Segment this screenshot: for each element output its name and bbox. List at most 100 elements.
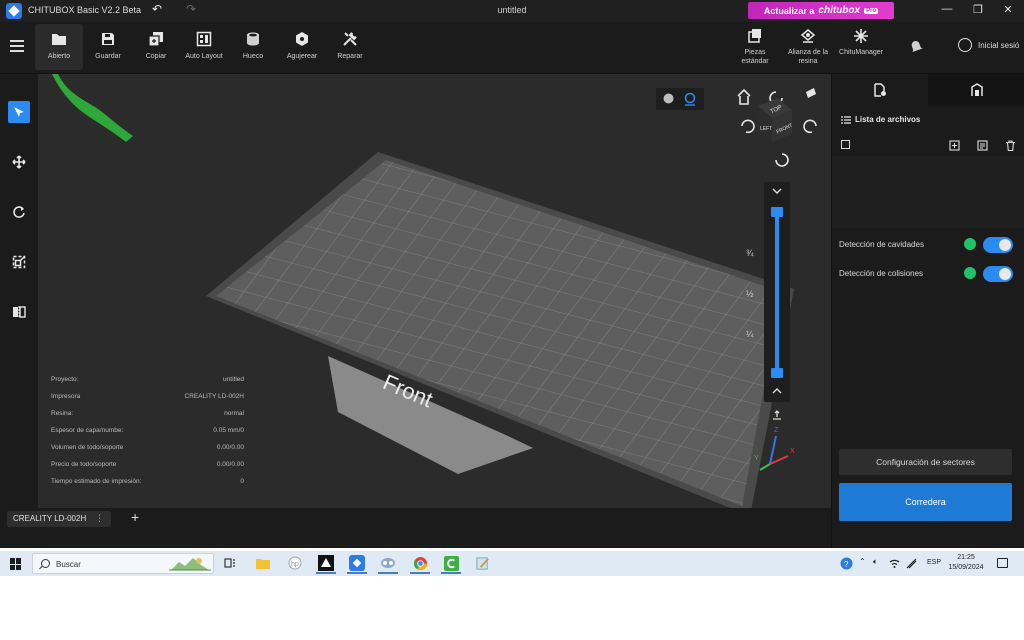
standard-parts-button[interactable]: Piezas estándar (730, 28, 780, 66)
hollow-button[interactable]: Hueco (229, 24, 277, 70)
scale-tool-button[interactable] (8, 251, 30, 273)
add-file-icon[interactable] (949, 140, 960, 151)
folder-icon (52, 34, 66, 45)
info-row: Resina: normal (51, 410, 244, 427)
axis-x-label: X (790, 448, 795, 455)
volume-icon[interactable]: 🔈︎ (873, 557, 878, 567)
3d-viewport[interactable]: Front X Z Y TOP LEFT FRONT ¾ ½ ¼ Proyect… (38, 74, 831, 508)
layer-height-icon[interactable] (771, 409, 783, 421)
upgrade-pro-button[interactable]: Actualizar a chitubox Pro (748, 2, 894, 19)
layer-mark-half: ½ (746, 289, 754, 299)
login-button[interactable]: Inicial sesió (958, 38, 1019, 52)
bottom-layer-handle[interactable] (771, 368, 783, 378)
close-icon[interactable]: ✕ (998, 3, 1018, 16)
network-icon[interactable] (906, 558, 917, 569)
save-label: Guardar (95, 53, 121, 60)
chevron-up-icon[interactable] (772, 388, 782, 394)
task-view-icon[interactable] (220, 554, 240, 574)
info-label: Impresora (51, 393, 81, 400)
auto-layout-button[interactable]: Auto Layout (180, 24, 228, 70)
select-all-checkbox[interactable] (841, 140, 850, 149)
hamburger-menu-icon[interactable] (10, 40, 24, 52)
rotate-down-icon[interactable] (775, 153, 789, 167)
main-toolbar: Abierto Guardar Copiar Auto Layout Hueco… (0, 22, 1024, 74)
file-list-label: Lista de archivos (855, 115, 921, 124)
language-indicator[interactable]: ESP (927, 559, 941, 566)
notepad-icon[interactable] (472, 554, 492, 574)
copy-button[interactable]: Copiar (132, 24, 180, 70)
inkscape-icon[interactable] (316, 554, 336, 574)
slicer-settings-button[interactable]: Configuración de sectores (839, 449, 1012, 475)
file-explorer-icon[interactable] (253, 554, 273, 574)
tab-file-settings[interactable] (832, 74, 928, 106)
search-highlight-image (169, 558, 211, 571)
drill-label: Agujerear (286, 53, 318, 60)
add-printer-tab-button[interactable]: + (131, 509, 139, 525)
chitubox-window: CHITUBOX Basic V2.2 Beta ↶ ↷ untitled Ac… (0, 0, 1024, 548)
axis-y-label: Y (754, 455, 759, 462)
resin-alliance-label-1: Alianza de la (787, 49, 829, 56)
camtasia-icon[interactable] (441, 554, 461, 574)
windows-taskbar: Buscar hp ? ⌃ 🔈︎ ESP 21:25 15/09/2024 (0, 551, 1024, 576)
auto-layout-icon (196, 31, 212, 47)
delete-file-icon[interactable] (1005, 140, 1016, 151)
info-label: Espesor de capa/numbe: (51, 427, 124, 434)
file-properties-icon[interactable] (977, 140, 988, 151)
view-mode-toggle[interactable] (656, 88, 704, 110)
chitubox-icon[interactable] (347, 554, 367, 574)
rotate-icon (13, 206, 25, 218)
undo-icon[interactable]: ↶ (152, 2, 162, 16)
layer-mark-three-quarters: ¾ (746, 248, 754, 258)
app-icon[interactable] (378, 554, 398, 574)
move-tool-button[interactable] (8, 151, 30, 173)
project-info-panel: Proyecto: untitled Impresora CREALITY LD-0… (51, 376, 244, 495)
notification-center-icon[interactable] (997, 558, 1008, 568)
wifi-icon[interactable] (889, 558, 900, 569)
perspective-cube-icon[interactable] (806, 88, 816, 98)
rotate-tool-button[interactable] (8, 201, 30, 223)
hp-icon[interactable]: hp (285, 554, 305, 574)
rotate-left-icon[interactable] (741, 119, 755, 134)
tab-printer-settings[interactable] (928, 74, 1024, 106)
save-button[interactable]: Guardar (84, 24, 132, 70)
view-cube[interactable]: TOP LEFT FRONT (736, 84, 826, 174)
wireframe-view-icon[interactable] (684, 92, 696, 106)
restore-icon[interactable]: ❐ (968, 3, 988, 16)
layer-slider[interactable] (764, 182, 790, 402)
windows-start-icon[interactable] (10, 558, 22, 570)
redo-icon[interactable]: ↷ (186, 2, 196, 16)
file-list[interactable] (832, 156, 1024, 228)
minimize-icon[interactable]: — (937, 3, 957, 15)
slice-button[interactable]: Corredera (839, 483, 1012, 521)
select-tool-button[interactable] (8, 101, 30, 123)
chitumanager-button[interactable]: ChituManager (836, 28, 886, 57)
resin-alliance-button[interactable]: Alianza de la resina (783, 28, 833, 66)
home-view-icon[interactable] (737, 88, 751, 105)
printer-tab-label: CREALITY LD-002H (13, 514, 87, 523)
top-layer-handle[interactable] (771, 207, 783, 217)
repair-button[interactable]: Reparar (326, 24, 374, 70)
notification-bell-icon[interactable] (908, 38, 924, 54)
pro-badge: Pro (864, 7, 879, 14)
rotate-right-icon[interactable] (803, 119, 817, 134)
info-value: 0.00/0.00 (216, 461, 244, 468)
chevron-down-icon[interactable] (772, 188, 782, 194)
copy-label: Copiar (145, 53, 167, 60)
tray-overflow-icon[interactable]: ⌃ (859, 557, 866, 566)
cavity-detection-toggle[interactable] (983, 237, 1013, 253)
mirror-tool-button[interactable] (8, 301, 30, 323)
taskbar-search-box[interactable]: Buscar (32, 553, 214, 574)
drill-button[interactable]: Agujerear (278, 24, 326, 70)
open-button[interactable]: Abierto (35, 24, 83, 70)
taskbar-clock[interactable]: 21:25 15/09/2024 (948, 553, 984, 573)
printer-tab-menu-icon[interactable]: ⋮ (95, 513, 104, 524)
green-model-object[interactable] (52, 74, 133, 142)
help-icon[interactable]: ? (840, 557, 853, 570)
collision-detection-toggle[interactable] (983, 266, 1013, 282)
printer-tab[interactable]: CREALITY LD-002H ⋮ (7, 511, 111, 527)
info-value: untitled (223, 376, 244, 383)
solid-view-icon[interactable] (663, 93, 674, 104)
info-row: Proyecto: untitled (51, 376, 244, 393)
chrome-icon[interactable] (410, 554, 430, 574)
info-label: Volumen de todo/soporte (51, 444, 124, 451)
